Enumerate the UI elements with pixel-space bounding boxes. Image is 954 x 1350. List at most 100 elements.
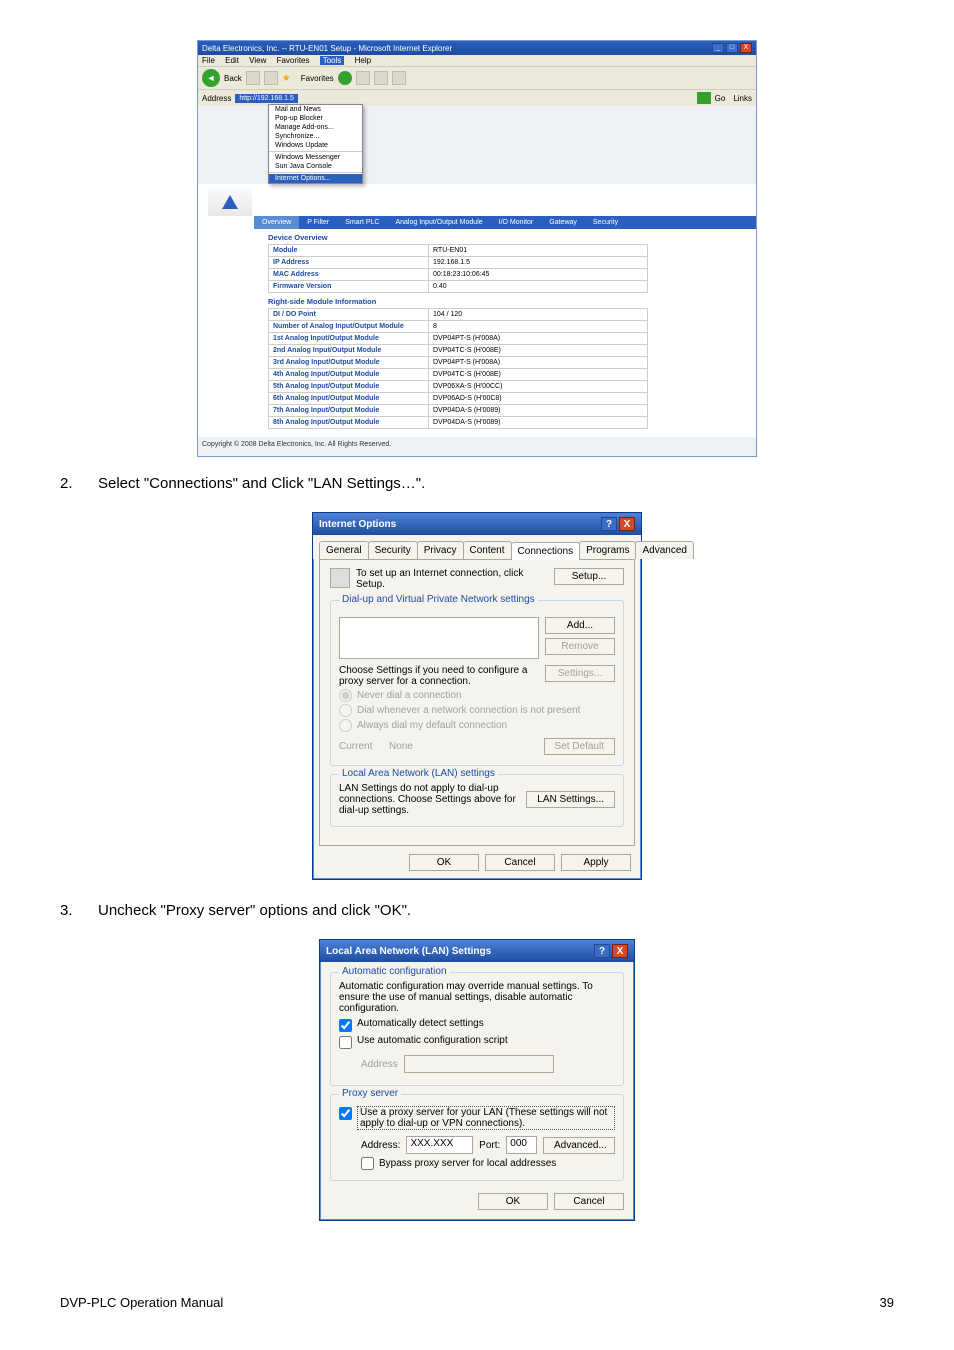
lan-text: LAN Settings do not apply to dial-up con… bbox=[339, 783, 518, 816]
dd-sync[interactable]: Synchronize... bbox=[269, 132, 362, 141]
lan-group-title: Local Area Network (LAN) settings bbox=[339, 768, 498, 779]
print-icon[interactable] bbox=[374, 71, 388, 85]
tab-privacy[interactable]: Privacy bbox=[417, 541, 464, 559]
webpage-nav: Overview P Filter Smart PLC Analog Input… bbox=[254, 216, 756, 229]
dd-mail[interactable]: Mail and News bbox=[269, 105, 362, 114]
step3-instruction: 3.Uncheck "Proxy server" options and cli… bbox=[60, 902, 894, 919]
menu-edit[interactable]: Edit bbox=[225, 56, 239, 65]
browser-titlebar: Delta Electronics, Inc. -- RTU-EN01 Setu… bbox=[198, 41, 756, 55]
maximize-button[interactable]: □ bbox=[726, 43, 738, 53]
auto-detect-checkbox[interactable] bbox=[339, 1019, 352, 1032]
settings-button[interactable]: Settings... bbox=[545, 665, 615, 682]
back-button[interactable]: ◄ bbox=[202, 69, 220, 87]
links-label: Links bbox=[733, 94, 752, 103]
help-button[interactable]: ? bbox=[594, 944, 610, 958]
nav-smartplc[interactable]: Smart PLC bbox=[337, 216, 387, 229]
dd-winupdate[interactable]: Windows Update bbox=[269, 141, 362, 150]
help-button[interactable]: ? bbox=[601, 517, 617, 531]
close-button[interactable]: X bbox=[619, 517, 635, 531]
close-button[interactable]: X bbox=[612, 944, 628, 958]
dd-popup[interactable]: Pop-up Blocker bbox=[269, 114, 362, 123]
dialup-listbox[interactable] bbox=[339, 617, 539, 659]
menu-view[interactable]: View bbox=[249, 56, 266, 65]
delta-logo bbox=[208, 188, 252, 216]
menu-favorites[interactable]: Favorites bbox=[277, 56, 310, 65]
rs-module-header: Right-side Module Information bbox=[198, 293, 756, 308]
auto-config-title: Automatic configuration bbox=[339, 966, 450, 977]
browser-window: Delta Electronics, Inc. -- RTU-EN01 Setu… bbox=[197, 40, 757, 457]
refresh-icon[interactable] bbox=[338, 71, 352, 85]
tab-content[interactable]: Content bbox=[463, 541, 512, 559]
go-button[interactable] bbox=[697, 92, 711, 104]
back-label: Back bbox=[224, 74, 242, 83]
setup-icon bbox=[330, 568, 350, 588]
address-field[interactable]: http://192.168.1.5 bbox=[235, 94, 298, 103]
nav-analog[interactable]: Analog Input/Output Module bbox=[387, 216, 490, 229]
lan-settings-button[interactable]: LAN Settings... bbox=[526, 791, 615, 808]
tab-programs[interactable]: Programs bbox=[579, 541, 636, 559]
footer-left: DVP-PLC Operation Manual bbox=[60, 1295, 223, 1310]
window-title: Delta Electronics, Inc. -- RTU-EN01 Setu… bbox=[202, 44, 452, 53]
nav-iomonitor[interactable]: I/O Monitor bbox=[491, 216, 542, 229]
menu-tools[interactable]: Tools bbox=[320, 56, 345, 65]
dd-messenger[interactable]: Windows Messenger bbox=[269, 153, 362, 162]
apply-button[interactable]: Apply bbox=[561, 854, 631, 871]
auto-script-checkbox[interactable] bbox=[339, 1036, 352, 1049]
auto-config-text: Automatic configuration may override man… bbox=[339, 981, 615, 1014]
page-footer: DVP-PLC Operation Manual 39 bbox=[60, 1295, 894, 1310]
go-label: Go bbox=[715, 94, 726, 103]
tab-advanced[interactable]: Advanced bbox=[635, 541, 693, 559]
dd-addons[interactable]: Manage Add-ons... bbox=[269, 123, 362, 132]
iopt-tabs: General Security Privacy Content Connect… bbox=[313, 535, 641, 559]
device-overview-header: Device Overview bbox=[198, 229, 756, 244]
dialup-group-title: Dial-up and Virtual Private Network sett… bbox=[339, 594, 538, 605]
proxy-port-field[interactable]: 000 bbox=[506, 1136, 537, 1154]
close-button[interactable]: X bbox=[740, 43, 752, 53]
stop-button[interactable] bbox=[264, 71, 278, 85]
menu-help[interactable]: Help bbox=[355, 56, 371, 65]
nav-overview[interactable]: Overview bbox=[254, 216, 299, 229]
nav-security[interactable]: Security bbox=[585, 216, 626, 229]
remove-button[interactable]: Remove bbox=[545, 638, 615, 655]
tab-general[interactable]: General bbox=[319, 541, 369, 559]
set-default-button[interactable]: Set Default bbox=[544, 738, 615, 755]
device-overview-table: ModuleRTU-EN01 IP Address192.168.1.5 MAC… bbox=[268, 244, 648, 293]
step2-instruction: 2.Select "Connections" and Click "LAN Se… bbox=[60, 475, 894, 492]
favorites-icon[interactable]: ★ bbox=[282, 73, 291, 84]
tab-security[interactable]: Security bbox=[368, 541, 418, 559]
rs-module-table: DI / DO Point104 / 120 Number of Analog … bbox=[268, 308, 648, 429]
cancel-button[interactable]: Cancel bbox=[554, 1193, 624, 1210]
ok-button[interactable]: OK bbox=[478, 1193, 548, 1210]
dd-internet-options[interactable]: Internet Options... bbox=[269, 174, 362, 183]
internet-options-dialog: Internet Options ? X General Security Pr… bbox=[312, 512, 642, 880]
radio-dial-whenever[interactable] bbox=[339, 704, 352, 717]
footer-right: 39 bbox=[880, 1295, 894, 1310]
cancel-button[interactable]: Cancel bbox=[485, 854, 555, 871]
mail-icon[interactable] bbox=[392, 71, 406, 85]
nav-pfilter[interactable]: P Filter bbox=[299, 216, 337, 229]
menu-file[interactable]: File bbox=[202, 56, 215, 65]
radio-always-dial[interactable] bbox=[339, 719, 352, 732]
use-proxy-checkbox[interactable] bbox=[339, 1107, 352, 1120]
forward-button[interactable] bbox=[246, 71, 260, 85]
add-button[interactable]: Add... bbox=[545, 617, 615, 634]
setup-button[interactable]: Setup... bbox=[554, 568, 624, 585]
bypass-checkbox[interactable] bbox=[361, 1157, 374, 1170]
setup-text: To set up an Internet connection, click … bbox=[356, 568, 548, 590]
proxy-address-field[interactable]: XXX.XXX bbox=[406, 1136, 473, 1154]
nav-gateway[interactable]: Gateway bbox=[541, 216, 585, 229]
dd-java[interactable]: Sun Java Console bbox=[269, 162, 362, 171]
iopt-title: Internet Options bbox=[319, 519, 396, 530]
minimize-button[interactable]: _ bbox=[712, 43, 724, 53]
ok-button[interactable]: OK bbox=[409, 854, 479, 871]
home-icon[interactable] bbox=[356, 71, 370, 85]
advanced-button[interactable]: Advanced... bbox=[543, 1137, 615, 1154]
tab-connections[interactable]: Connections bbox=[511, 542, 581, 560]
proxy-server-title: Proxy server bbox=[339, 1088, 401, 1099]
lan-settings-dialog: Local Area Network (LAN) Settings ? X Au… bbox=[319, 939, 635, 1221]
copyright-text: Copyright © 2008 Delta Electronics, Inc.… bbox=[198, 437, 756, 456]
script-address-field[interactable] bbox=[404, 1055, 554, 1073]
choose-settings-text: Choose Settings if you need to configure… bbox=[339, 665, 539, 687]
radio-never-dial[interactable] bbox=[339, 689, 352, 702]
menubar: File Edit View Favorites Tools Help bbox=[198, 55, 756, 66]
